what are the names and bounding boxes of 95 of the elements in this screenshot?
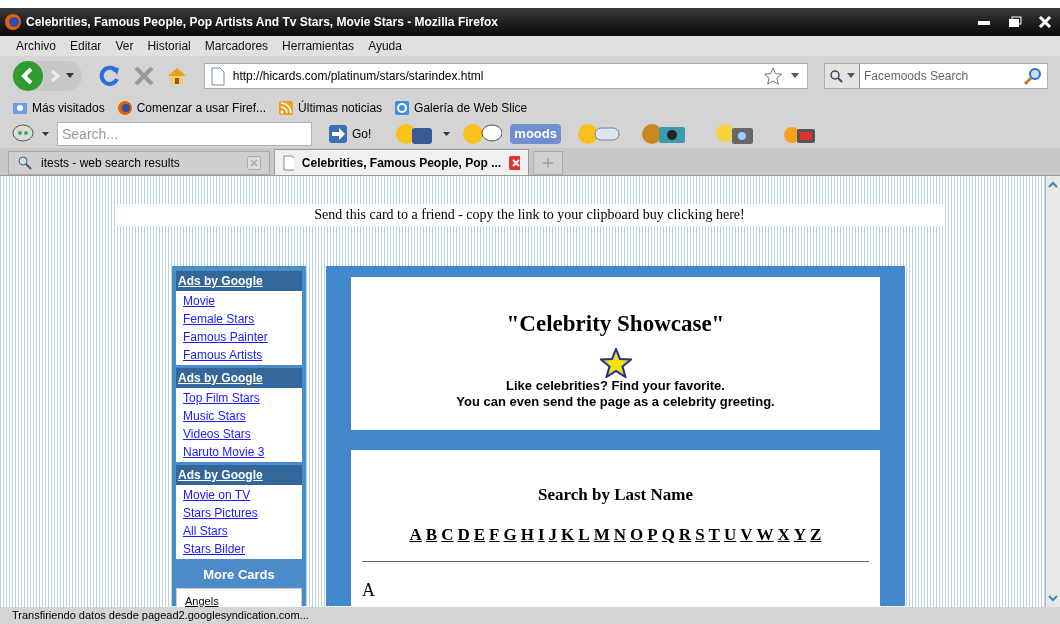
letter-link[interactable]: T: [708, 521, 720, 547]
ads-header-link[interactable]: Ads by Google: [176, 368, 302, 388]
ad-link[interactable]: Videos Stars: [183, 425, 251, 443]
window-title: Celebrities, Famous People, Pop Artists And Tv Stars, Movie Stars - Mozilla Firefox: [26, 14, 499, 31]
ad-link[interactable]: Naruto Movie 3: [183, 443, 265, 461]
ad-link[interactable]: All Stars: [183, 522, 228, 540]
intro-text: You can even send the page as a celebrity greeting.: [456, 393, 775, 410]
letter-link[interactable]: C: [441, 521, 454, 547]
back-icon[interactable]: [12, 60, 44, 92]
reload-icon[interactable]: [98, 64, 122, 88]
letter-link[interactable]: B: [425, 521, 438, 547]
url-text: http://hicards.com/platinum/stars/starindex.html: [232, 68, 485, 85]
dropdown-icon[interactable]: [66, 73, 74, 79]
menu-item[interactable]: Ver: [115, 37, 134, 55]
search-field[interactable]: Facemoods Search: [860, 67, 1023, 85]
letter-link[interactable]: N: [613, 521, 626, 547]
menu-item[interactable]: Marcadores: [204, 37, 269, 55]
star-icon[interactable]: [763, 66, 783, 86]
letter-link[interactable]: K: [561, 521, 575, 547]
letter-link[interactable]: J: [548, 521, 558, 547]
ad-link[interactable]: Movie: [183, 292, 215, 310]
letter-link[interactable]: O: [630, 521, 644, 547]
letter-link[interactable]: I: [537, 521, 545, 547]
letter-link[interactable]: S: [695, 521, 705, 547]
firefox-icon: [116, 100, 133, 116]
bookmark-item[interactable]: Comenzar a usar Firef...: [116, 99, 267, 117]
letter-link[interactable]: U: [723, 521, 737, 547]
menu-item[interactable]: Ayuda: [368, 37, 402, 55]
letter-link[interactable]: H: [520, 521, 534, 547]
letter-link[interactable]: Q: [661, 521, 675, 547]
letter-link[interactable]: F: [489, 521, 500, 547]
search-heading: Search by Last Name: [536, 484, 694, 506]
letter-link[interactable]: X: [777, 521, 790, 547]
ad-link[interactable]: Stars Pictures: [183, 504, 258, 522]
letter-link[interactable]: R: [678, 521, 692, 547]
status-text: Transfiriendo datos desde pagead2.googlesyndication.com...: [12, 608, 309, 624]
menu-item[interactable]: Historial: [147, 37, 191, 55]
letter-link[interactable]: D: [457, 521, 470, 547]
ad-link[interactable]: Movie on TV: [183, 486, 251, 504]
rss-icon: [278, 100, 295, 116]
dropdown-icon[interactable]: [42, 131, 49, 137]
close-icon[interactable]: [1038, 16, 1052, 28]
ad-link[interactable]: Stars Bilder: [183, 540, 246, 558]
search-icon[interactable]: [1023, 66, 1043, 86]
tab[interactable]: itests - web search results: [8, 151, 270, 175]
letter-link[interactable]: E: [473, 521, 486, 547]
ad-link[interactable]: Top Film Stars: [183, 389, 260, 407]
letter-link[interactable]: W: [756, 521, 774, 547]
close-tab-icon[interactable]: [509, 155, 520, 170]
letter-link[interactable]: Y: [793, 521, 807, 547]
ads-header-link[interactable]: Ads by Google: [176, 271, 302, 291]
search-icon[interactable]: [829, 69, 843, 83]
firefox-icon: [4, 13, 22, 31]
dropdown-icon[interactable]: [443, 131, 451, 137]
web-slice-icon: [394, 100, 411, 116]
ad-link[interactable]: Female Stars: [183, 310, 255, 328]
star-icon: [599, 347, 632, 378]
address-bar[interactable]: http://hicards.com/platinum/stars/starindex.html: [203, 63, 808, 89]
menu-item[interactable]: Archivo: [16, 37, 56, 55]
search-bar[interactable]: Facemoods Search: [824, 63, 1048, 89]
ad-link[interactable]: Music Stars: [183, 407, 246, 425]
letter-link[interactable]: V: [740, 521, 753, 547]
folder-icon: [12, 100, 28, 116]
letter-link[interactable]: G: [503, 521, 517, 547]
page-icon: [283, 154, 294, 171]
chat-bubble-icon[interactable]: [12, 124, 34, 144]
menu-item[interactable]: Herramientas: [282, 37, 355, 55]
search-icon: [17, 155, 33, 171]
intro-text: Like celebrities? Find your favorite.: [506, 377, 725, 394]
ad-link[interactable]: Famous Painter: [183, 328, 268, 346]
dropdown-icon[interactable]: [791, 73, 799, 79]
showcase-title: "Celebrity Showcase": [506, 310, 725, 338]
letter-link[interactable]: P: [647, 521, 658, 547]
tab[interactable]: Celebrities, Famous People, Pop ...: [274, 149, 529, 175]
search-field[interactable]: Search...: [57, 122, 312, 146]
home-icon[interactable]: [166, 65, 188, 87]
ad-link[interactable]: Famous Artists: [183, 346, 263, 364]
letter-link[interactable]: A: [409, 521, 422, 547]
bookmark-item[interactable]: Galería de Web Slice: [394, 99, 528, 117]
letter-link[interactable]: L: [578, 521, 590, 547]
dropdown-icon[interactable]: [847, 73, 855, 79]
plus-icon: [543, 158, 553, 168]
scrollbar[interactable]: [1045, 176, 1060, 607]
banner-link[interactable]: Send this card to a friend - copy the link to your clipboard buy clicking here!: [115, 204, 944, 226]
restore-icon[interactable]: [1008, 16, 1022, 28]
bookmark-item[interactable]: Últimas noticias: [278, 99, 383, 117]
letter-link[interactable]: M: [593, 521, 610, 547]
letter-link[interactable]: Z: [810, 521, 822, 547]
section-letter: A: [362, 580, 375, 600]
bookmark-item[interactable]: Más visitados: [12, 99, 105, 117]
back-forward-button[interactable]: [12, 61, 82, 91]
menu-item[interactable]: Editar: [70, 37, 102, 55]
sidebar-heading: More Cards: [202, 566, 276, 584]
ads-header-link[interactable]: Ads by Google: [176, 465, 302, 485]
go-button[interactable]: Go!: [328, 124, 372, 144]
